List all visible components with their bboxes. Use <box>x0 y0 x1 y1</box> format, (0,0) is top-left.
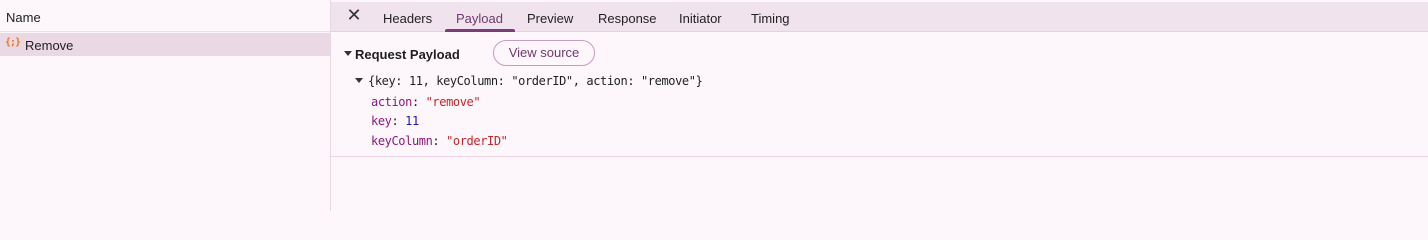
tab-timing[interactable]: Timing <box>751 11 790 26</box>
view-source-button[interactable]: View source <box>493 40 595 66</box>
payload-property-row[interactable]: action: "remove" <box>371 95 481 111</box>
request-details-panel: ✕ Headers Payload Preview Response Initi… <box>331 0 1428 211</box>
name-column-label: Name <box>6 10 41 25</box>
details-tabbar: ✕ Headers Payload Preview Response Initi… <box>331 2 1428 32</box>
tab-headers[interactable]: Headers <box>383 11 432 26</box>
triangle-down-icon <box>355 78 363 83</box>
devtools-network-panel: Name {;} Remove ✕ Headers Payload Previe… <box>0 0 1428 211</box>
section-title: Request Payload <box>355 47 460 62</box>
payload-summary: {key: 11, keyColumn: "orderID", action: … <box>368 74 703 88</box>
request-list-panel: Name {;} Remove <box>0 0 331 211</box>
property-key: keyColumn <box>371 134 433 148</box>
property-separator: : <box>391 114 406 128</box>
payload-property-row[interactable]: key: 11 <box>371 114 419 130</box>
tab-payload[interactable]: Payload <box>456 11 503 26</box>
triangle-down-icon <box>344 51 352 56</box>
property-separator: : <box>432 134 447 148</box>
property-key: key <box>371 114 392 128</box>
section-divider <box>331 156 1428 157</box>
tab-initiator[interactable]: Initiator <box>679 11 722 26</box>
property-value: 11 <box>405 114 419 128</box>
property-key: action <box>371 95 412 109</box>
name-column-header[interactable]: Name <box>0 2 330 32</box>
property-value: "orderID" <box>446 134 508 148</box>
request-name: Remove <box>25 38 74 53</box>
property-value: "remove" <box>425 95 481 109</box>
close-icon[interactable]: ✕ <box>344 6 364 26</box>
json-icon: {;} <box>5 37 21 48</box>
request-row-remove[interactable]: {;} Remove <box>0 33 330 56</box>
payload-property-row[interactable]: keyColumn: "orderID" <box>371 134 508 150</box>
tab-response[interactable]: Response <box>598 11 657 26</box>
active-tab-indicator <box>445 29 515 32</box>
property-separator: : <box>411 95 426 109</box>
tab-preview[interactable]: Preview <box>527 11 573 26</box>
